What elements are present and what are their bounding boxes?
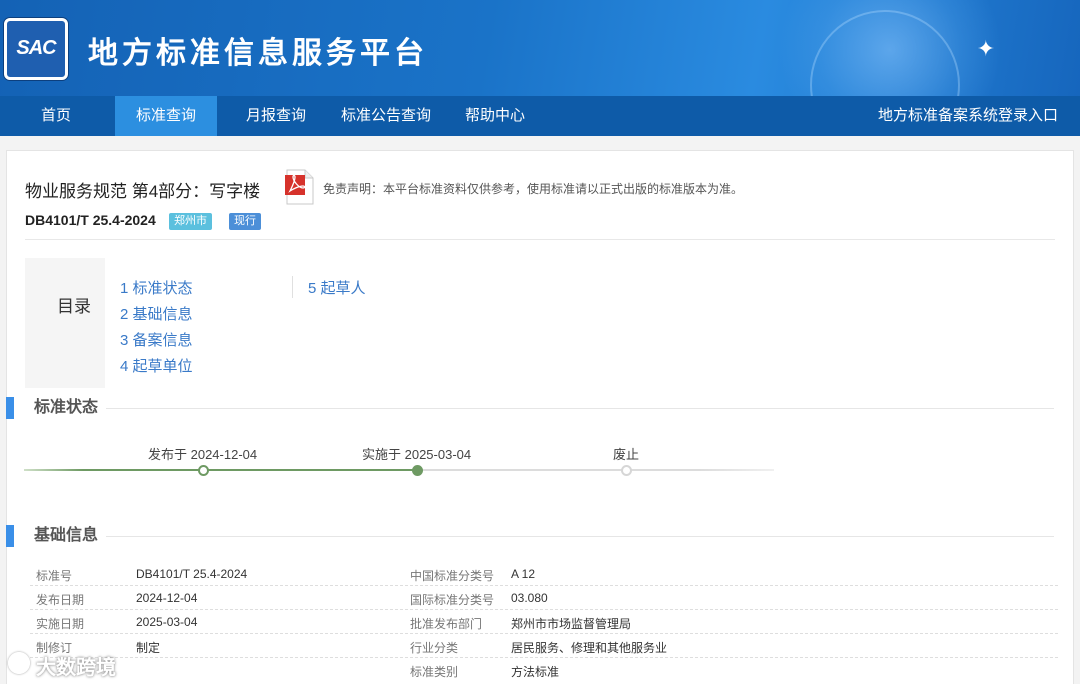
toc-title: 目录 bbox=[57, 297, 91, 316]
info-value: 郑州市市场监督管理局 bbox=[511, 617, 632, 631]
info-value: 03.080 bbox=[511, 591, 548, 605]
timeline-abolished-label: 废止 bbox=[613, 447, 640, 462]
status-badge: 现行 bbox=[229, 213, 261, 230]
watermark-icon bbox=[8, 652, 30, 674]
table-row: 发布日期 2024-12-04 国际标准分类号 03.080 bbox=[30, 586, 1058, 610]
section-divider bbox=[106, 536, 1054, 537]
table-row: 标准类别 方法标准 bbox=[30, 658, 1058, 682]
timeline-progress bbox=[24, 469, 418, 471]
site-banner: ✦ SAC 地方标准信息服务平台 bbox=[0, 0, 1080, 96]
table-row: 制修订 制定 行业分类 居民服务、修理和其他服务业 bbox=[30, 634, 1058, 658]
info-label: 中国标准分类号 bbox=[410, 569, 495, 583]
main-nav: 首页 标准查询 月报查询 标准公告查询 帮助中心 地方标准备案系统登录入口 bbox=[0, 96, 1080, 136]
table-row: 标准号 DB4101/T 25.4-2024 中国标准分类号 A 12 bbox=[30, 562, 1058, 586]
section-accent-bar bbox=[6, 525, 14, 547]
filing-system-login-link[interactable]: 地方标准备案系统登录入口 bbox=[878, 96, 1058, 136]
info-label: 实施日期 bbox=[36, 617, 85, 631]
city-badge: 郑州市 bbox=[169, 213, 212, 230]
info-value: A 12 bbox=[511, 567, 536, 581]
section-title-basic: 基础信息 bbox=[34, 527, 99, 544]
nav-announcement-search[interactable]: 标准公告查询 bbox=[332, 96, 440, 136]
toc-item-filing-info[interactable]: 3 备案信息 bbox=[120, 329, 193, 350]
section-divider bbox=[106, 408, 1054, 409]
toc-item-drafting-unit[interactable]: 4 起草单位 bbox=[120, 355, 193, 376]
title-divider bbox=[25, 239, 1055, 240]
sparkle-icon: ✦ bbox=[976, 36, 995, 61]
standard-code: DB4101/T 25.4-2024 bbox=[25, 212, 156, 228]
nav-help-center[interactable]: 帮助中心 bbox=[450, 96, 540, 136]
info-label: 行业分类 bbox=[410, 641, 459, 655]
toc-item-drafters[interactable]: 5 起草人 bbox=[308, 277, 366, 298]
info-value: 居民服务、修理和其他服务业 bbox=[511, 641, 668, 655]
section-accent-bar bbox=[6, 397, 14, 419]
timeline-dot-abolished bbox=[621, 465, 632, 476]
info-label: 标准类别 bbox=[410, 665, 459, 679]
sac-logo[interactable]: SAC bbox=[4, 18, 68, 80]
timeline-dot-implemented bbox=[412, 465, 423, 476]
logo-text: SAC bbox=[16, 37, 56, 59]
toc-item-basic-info[interactable]: 2 基础信息 bbox=[120, 303, 193, 324]
section-basic-info: 基础信息 bbox=[6, 525, 1060, 547]
info-label: 标准号 bbox=[36, 569, 73, 583]
timeline-published-label: 发布于 2024-12-04 bbox=[148, 447, 258, 462]
info-value: 2025-03-04 bbox=[136, 615, 198, 629]
info-value: DB4101/T 25.4-2024 bbox=[136, 567, 248, 581]
info-value: 方法标准 bbox=[511, 665, 560, 679]
site-title: 地方标准信息服务平台 bbox=[88, 36, 428, 71]
nav-monthly-report[interactable]: 月报查询 bbox=[228, 96, 324, 136]
info-label: 批准发布部门 bbox=[410, 617, 483, 631]
timeline-dot-published bbox=[198, 465, 209, 476]
nav-standard-search[interactable]: 标准查询 bbox=[115, 96, 217, 136]
section-title-status: 标准状态 bbox=[34, 399, 99, 416]
info-value: 制定 bbox=[136, 641, 161, 655]
toc-item-status[interactable]: 1 标准状态 bbox=[120, 277, 193, 298]
info-label: 国际标准分类号 bbox=[410, 593, 495, 607]
section-standard-status: 标准状态 bbox=[6, 397, 1060, 419]
disclaimer-text: 免责声明：本平台标准资料仅供参考，使用标准请以正式出版的标准版本为准。 bbox=[323, 182, 744, 196]
timeline-implemented-label: 实施于 2025-03-04 bbox=[362, 447, 472, 462]
toc-separator bbox=[292, 276, 293, 298]
info-label: 发布日期 bbox=[36, 593, 85, 607]
nav-home[interactable]: 首页 bbox=[0, 96, 112, 136]
pdf-icon[interactable] bbox=[283, 169, 315, 205]
watermark-text: 大数跨境 bbox=[36, 657, 116, 679]
table-of-contents: 目录 bbox=[25, 258, 105, 388]
table-row: 实施日期 2025-03-04 批准发布部门 郑州市市场监督管理局 bbox=[30, 610, 1058, 634]
standard-title: 物业服务规范 第4部分：写字楼 bbox=[25, 182, 261, 201]
info-value: 2024-12-04 bbox=[136, 591, 198, 605]
